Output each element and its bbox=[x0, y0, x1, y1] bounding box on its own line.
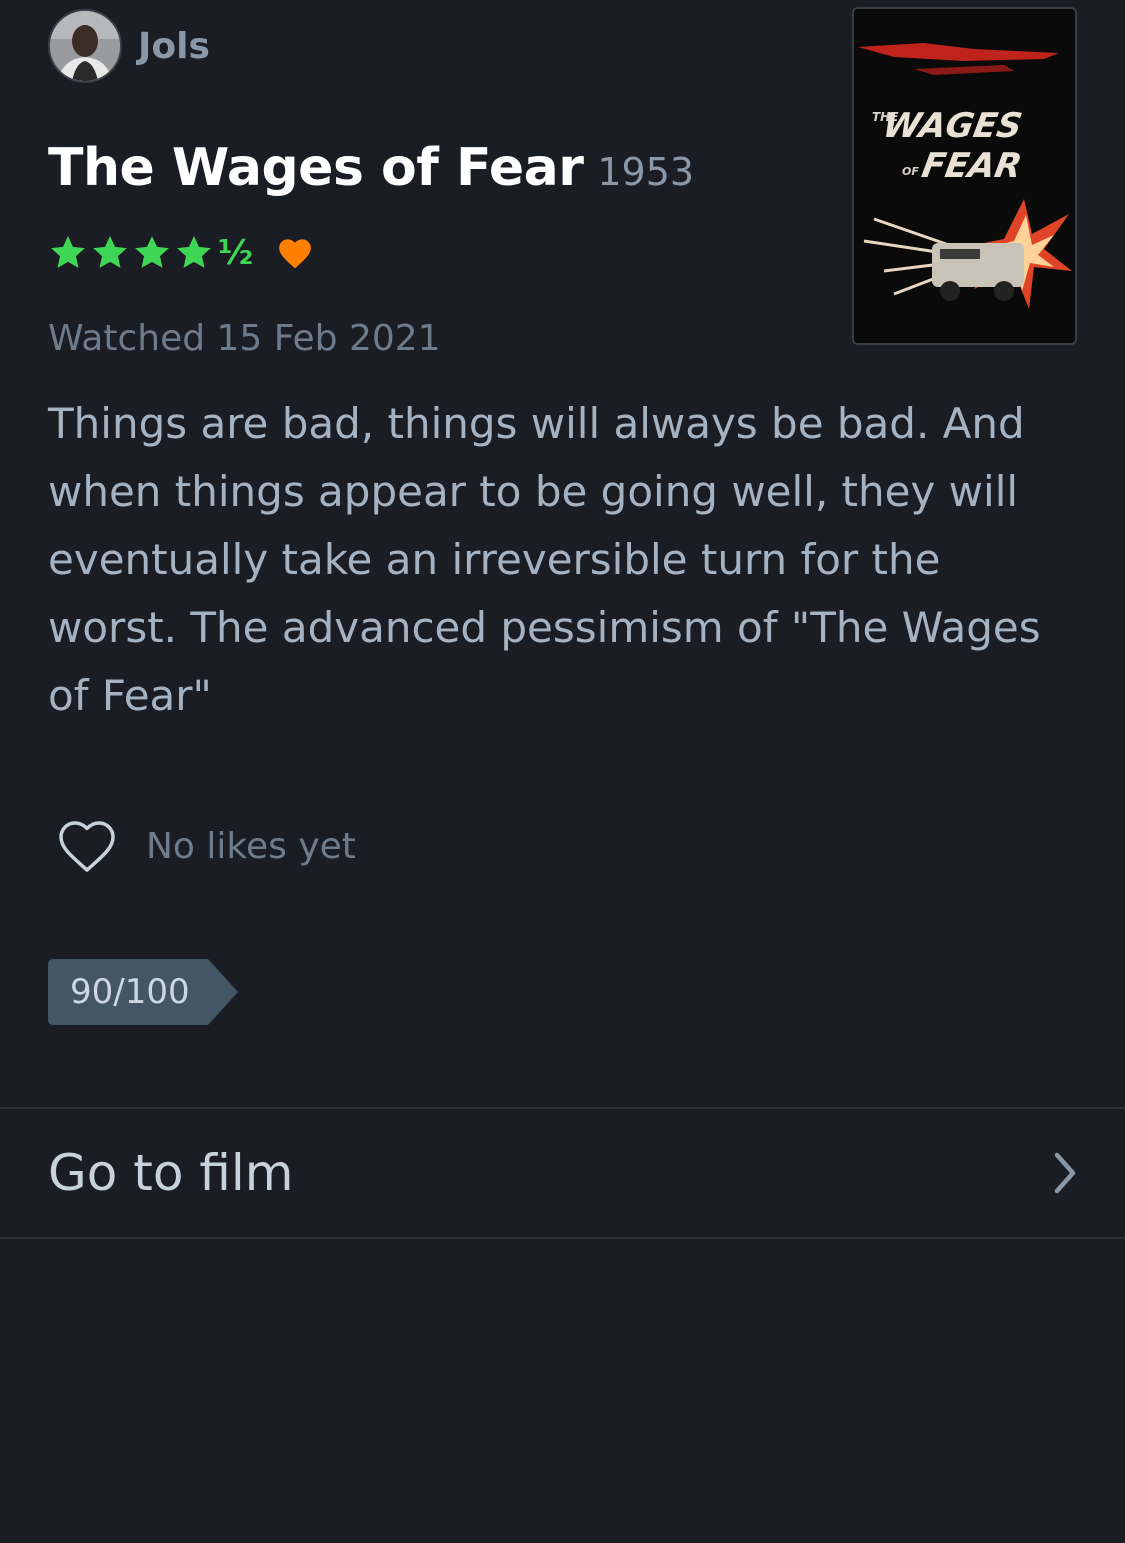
heart-outline-icon[interactable] bbox=[56, 818, 118, 874]
go-to-film-row[interactable]: Go to film bbox=[0, 1107, 1125, 1239]
film-poster[interactable]: THE WAGES OF FEAR bbox=[852, 7, 1077, 345]
film-heading: The Wages of Fear 1953 bbox=[48, 138, 694, 198]
poster-title-fear: FEAR bbox=[919, 146, 1025, 186]
review-text: Things are bad, things will always be ba… bbox=[48, 399, 1041, 720]
star-icon bbox=[135, 236, 169, 268]
liked-heart-icon bbox=[279, 239, 312, 269]
chevron-right-icon bbox=[1054, 1152, 1076, 1194]
half-star-icon: ½ bbox=[218, 233, 254, 273]
avatar[interactable] bbox=[48, 9, 122, 83]
rating-row: ½ bbox=[48, 228, 315, 278]
film-title[interactable]: The Wages of Fear bbox=[48, 138, 584, 198]
star-icon bbox=[93, 236, 127, 268]
review-tag[interactable]: 90/100 bbox=[48, 959, 238, 1025]
star-rating: ½ bbox=[48, 233, 253, 273]
avatar-photo-icon bbox=[50, 11, 120, 81]
tag-arrow-shape bbox=[207, 959, 238, 1025]
poster-title-of: OF bbox=[902, 165, 919, 178]
go-to-film-label: Go to film bbox=[48, 1144, 294, 1202]
star-icon bbox=[51, 236, 85, 268]
poster-title-wages: WAGES bbox=[880, 106, 1025, 146]
watched-date: Watched 15 Feb 2021 bbox=[48, 318, 441, 359]
review-author[interactable]: Jols bbox=[48, 8, 210, 84]
poster-artwork: THE WAGES OF FEAR bbox=[854, 9, 1075, 343]
likes-count: No likes yet bbox=[146, 825, 356, 867]
tag-label: 90/100 bbox=[48, 959, 208, 1025]
likes-row[interactable]: No likes yet bbox=[56, 818, 356, 874]
film-year[interactable]: 1953 bbox=[597, 150, 694, 194]
star-icon bbox=[177, 236, 211, 268]
author-name[interactable]: Jols bbox=[138, 26, 210, 67]
